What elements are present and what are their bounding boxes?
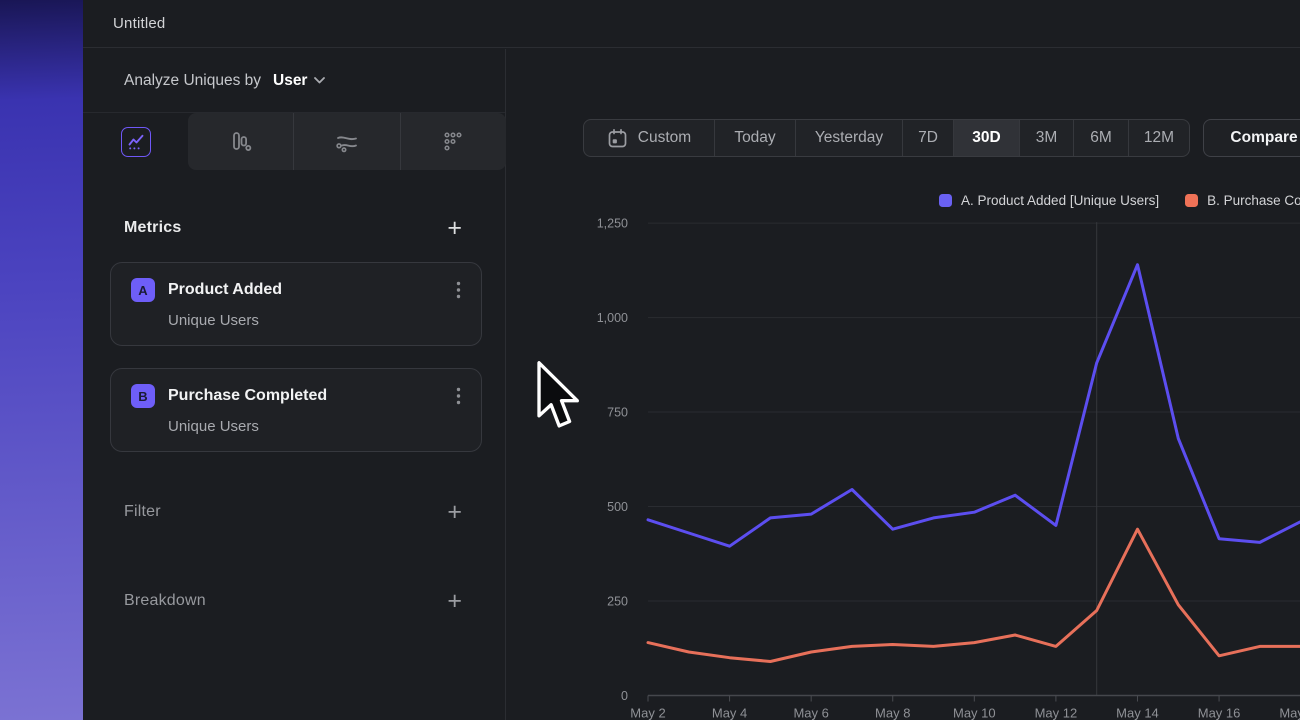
- x-axis-label: May 6: [793, 706, 828, 720]
- y-axis-label: 1,250: [597, 217, 628, 231]
- trend-chart-canvas: 0 250 500 750 1,000 1,250 May 2 May 4 May 6 May 8…: [0, 0, 1300, 720]
- x-axis-label: May 18: [1279, 706, 1300, 720]
- x-axis-label: May 4: [712, 706, 747, 720]
- y-axis-label: 1,000: [597, 311, 628, 325]
- trend-chart[interactable]: 0 250 500 750 1,000 1,250 May 2 May 4 May 6 May 8…: [506, 49, 1300, 720]
- y-axis-label: 250: [607, 595, 628, 609]
- x-axis-label: May 12: [1035, 706, 1078, 720]
- y-axis-label: 0: [621, 689, 628, 703]
- x-axis-label: May 2: [630, 706, 665, 720]
- y-axis-label: 500: [607, 500, 628, 514]
- series-line-b: [648, 529, 1300, 661]
- x-axis-label: May 16: [1198, 706, 1241, 720]
- series-line-a: [648, 265, 1300, 547]
- x-axis-label: May 14: [1116, 706, 1159, 720]
- x-axis-label: May 10: [953, 706, 996, 720]
- x-axis-label: May 8: [875, 706, 910, 720]
- y-axis-label: 750: [607, 406, 628, 420]
- insights-app-window: Untitled Analyze Uniques by User: [0, 0, 1300, 720]
